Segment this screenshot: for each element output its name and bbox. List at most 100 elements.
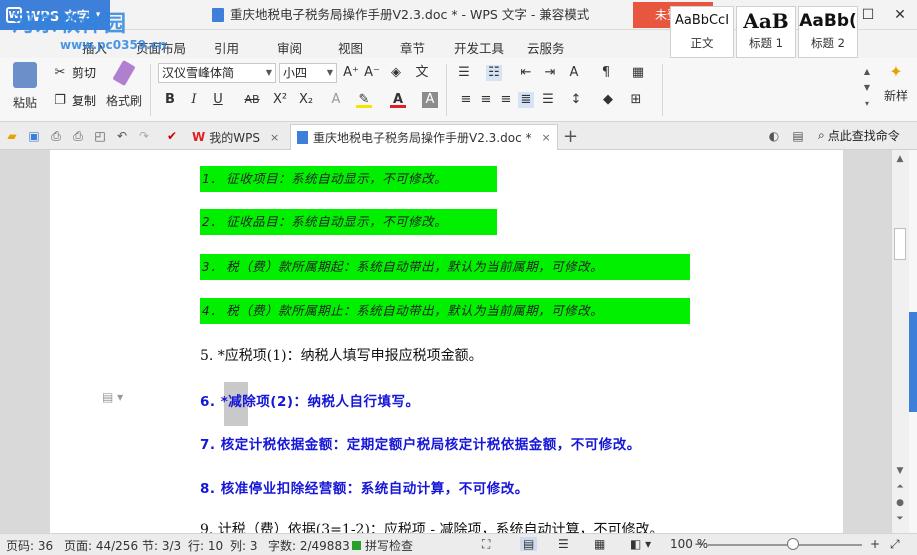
web-view-icon[interactable]: ▦ <box>594 537 605 551</box>
increase-indent-icon[interactable]: ⇥ <box>542 65 558 81</box>
new-style-button[interactable]: ✦ 新样 <box>878 62 914 104</box>
format-painter-button[interactable]: 格式刷 <box>102 59 146 109</box>
document-canvas[interactable]: 1. 征收项目：系统自动显示，不可修改。 2. 征收品目：系统自动显示，不可修改… <box>0 150 891 533</box>
page-view-icon[interactable]: ▤ <box>520 537 538 551</box>
tab-chapter[interactable]: 章节 <box>400 38 425 57</box>
decrease-indent-icon[interactable]: ⇤ <box>518 65 534 81</box>
redo-icon[interactable]: ↷ <box>136 128 152 144</box>
next-page-icon[interactable]: ⏷ <box>891 512 909 526</box>
tab-label: 重庆地税电子税务局操作手册V2.3.doc * <box>313 131 532 145</box>
highlighted-line[interactable]: 1. 征收项目：系统自动显示，不可修改。 <box>200 166 497 192</box>
char-shading-icon[interactable]: A <box>422 92 438 108</box>
undo-icon[interactable]: ↶ <box>114 128 130 144</box>
style-normal[interactable]: AaBbCcI 正文 <box>670 6 734 58</box>
panel-icon[interactable]: ▤ <box>790 128 806 144</box>
paragraph-blue[interactable]: 8. 核准停业扣除经营额：系统自动计算，不可修改。 <box>200 477 529 497</box>
highlighted-line[interactable]: 4. 税（费）款所属期止：系统自动带出，默认为当前属期，可修改。 <box>200 298 690 324</box>
previous-page-icon[interactable]: ⏶ <box>891 480 909 494</box>
highlighted-line[interactable]: 2. 征收品目：系统自动显示，不可修改。 <box>200 209 497 235</box>
borders-icon[interactable]: ⊞ <box>628 92 644 108</box>
highlight-color-icon[interactable]: ✎ <box>356 92 372 108</box>
paragraph-blue[interactable]: 7. 核定计税依据金额：定期定额户税局核定计税依据金额，不可修改。 <box>200 433 641 453</box>
paragraph-shading-icon[interactable]: ◆ <box>600 92 616 108</box>
print-preview-icon[interactable]: ◰ <box>92 128 108 144</box>
task-pane-toggle[interactable] <box>909 312 917 412</box>
style-scroll-button[interactable]: ▲ ▼ ▾ <box>860 64 874 112</box>
ribbon-divider <box>150 64 151 116</box>
underline-button[interactable]: U <box>210 92 226 108</box>
tab-cloud[interactable]: 云服务 <box>527 38 565 57</box>
new-tab-button[interactable]: + <box>563 126 578 147</box>
outline-view-icon[interactable]: ☰ <box>558 537 569 551</box>
status-page-number[interactable]: 页码: 36 <box>6 537 53 554</box>
status-page-count[interactable]: 页面: 44/256 <box>64 537 138 554</box>
tab-review[interactable]: 审阅 <box>277 38 302 57</box>
tab-developer[interactable]: 开发工具 <box>454 38 504 57</box>
show-marks-icon[interactable]: ¶ <box>598 65 614 81</box>
font-color-icon[interactable]: A <box>390 92 406 108</box>
tab-view[interactable]: 视图 <box>338 38 363 57</box>
browse-object-icon[interactable]: ● <box>891 496 909 510</box>
strikethrough-icon[interactable]: AB <box>240 92 264 108</box>
spell-check-button[interactable]: 拼写检查 <box>352 537 413 554</box>
zoom-slider-thumb[interactable] <box>786 538 799 550</box>
export-pdf-icon[interactable]: ⎙ <box>48 128 64 144</box>
scroll-up-icon[interactable]: ▲ <box>891 152 909 166</box>
tab-document[interactable]: 重庆地税电子税务局操作手册V2.3.doc * × <box>290 124 558 150</box>
paragraph[interactable]: 5. *应税项(1)：纳税人填写申报应税项金额。 <box>200 345 483 365</box>
zoom-in-icon[interactable]: + <box>870 537 880 551</box>
cut-button[interactable]: ✂ 剪切 <box>52 64 96 81</box>
subscript-icon[interactable]: X₂ <box>298 92 314 108</box>
table-grid-icon[interactable]: ▦ <box>630 65 646 81</box>
paragraph[interactable]: 9. 计税（费）依据(3=1-2)：应税项 - 减除项，系统自动计算，不可修改。 <box>200 519 664 533</box>
paragraph-layout-icon[interactable]: ▤ ▾ <box>102 390 123 404</box>
chinese-layout-icon[interactable]: A <box>566 65 582 81</box>
open-folder-icon[interactable]: ▰ <box>4 128 20 144</box>
print-icon[interactable]: ⎙ <box>70 128 86 144</box>
style-heading-1[interactable]: AaB 标题 1 <box>736 6 796 58</box>
fit-page-icon[interactable]: ⤢ <box>890 537 900 552</box>
save-icon[interactable]: ▣ <box>26 128 42 144</box>
copy-button[interactable]: ❐ 复制 <box>52 92 96 109</box>
close-icon[interactable]: × <box>270 131 279 144</box>
bold-button[interactable]: B <box>162 92 178 108</box>
align-center-icon[interactable]: ≡ <box>478 92 494 108</box>
paste-button[interactable]: 粘贴 <box>6 62 44 111</box>
command-search[interactable]: ⌕ 点此查找命令 <box>818 127 900 144</box>
font-name-select[interactable]: 汉仪雪峰体简 ▼ <box>158 63 276 83</box>
text-effect-icon[interactable]: A <box>328 92 344 108</box>
scroll-down-icon[interactable]: ▼ <box>891 464 909 478</box>
zoom-out-icon[interactable]: − <box>694 537 704 551</box>
phonetic-guide-icon[interactable]: 文 <box>414 65 430 81</box>
clear-format-icon[interactable]: ◈ <box>388 65 404 81</box>
font-size-select[interactable]: 小四 ▼ <box>279 63 337 83</box>
close-icon[interactable]: ✕ <box>885 0 915 30</box>
document-page[interactable] <box>50 150 843 533</box>
align-left-icon[interactable]: ≡ <box>458 92 474 108</box>
chevron-down-icon: ▼ <box>326 68 333 77</box>
status-section: 节: 3/3 <box>142 539 182 553</box>
close-icon[interactable]: × <box>541 131 550 144</box>
line-spacing-icon[interactable]: ↕ <box>568 92 584 108</box>
numbered-list-icon[interactable]: ☷ <box>486 65 502 81</box>
zoom-slider[interactable] <box>708 544 862 546</box>
status-word-count[interactable]: 字数: 2/49883 <box>268 537 350 554</box>
grow-font-icon[interactable]: A⁺ <box>343 65 359 81</box>
tab-my-wps[interactable]: W 我的WPS × <box>186 124 285 150</box>
distribute-icon[interactable]: ☰ <box>540 92 556 108</box>
sidebar-toggle-icon[interactable]: ◐ <box>766 128 782 144</box>
align-right-icon[interactable]: ≡ <box>498 92 514 108</box>
shrink-font-icon[interactable]: A⁻ <box>364 65 380 81</box>
justify-icon[interactable]: ≣ <box>518 92 534 108</box>
bullet-list-icon[interactable]: ☰ <box>456 65 472 81</box>
style-heading-2[interactable]: AaBb( 标题 2 <box>798 6 858 58</box>
customize-toolbar-icon[interactable]: ✔ <box>164 128 180 144</box>
scrollbar-thumb[interactable] <box>894 228 906 260</box>
italic-button[interactable]: I <box>186 92 202 108</box>
full-screen-icon[interactable]: ⛶ <box>482 537 490 552</box>
reading-view-icon[interactable]: ◧ ▾ <box>630 537 651 551</box>
paragraph-blue[interactable]: 6. *减除项(2)：纳税人自行填写。 <box>200 390 420 410</box>
highlighted-line[interactable]: 3. 税（费）款所属期起：系统自动带出，默认为当前属期，可修改。 <box>200 254 690 280</box>
superscript-icon[interactable]: X² <box>272 92 288 108</box>
tab-references[interactable]: 引用 <box>214 38 239 57</box>
